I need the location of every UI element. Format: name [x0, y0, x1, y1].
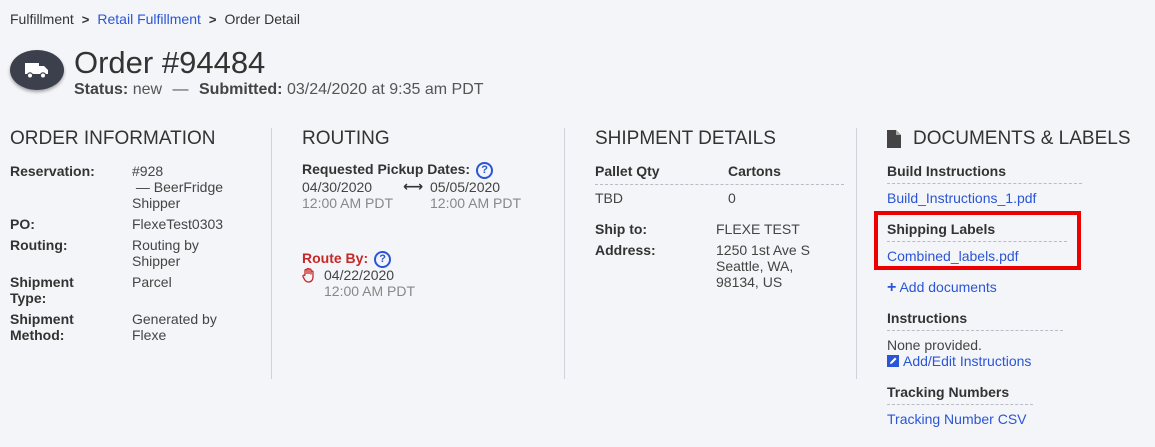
breadcrumb: Fulfillment > Retail Fulfillment > Order…: [10, 11, 300, 27]
shipping-labels-highlight: [874, 211, 1081, 270]
column-divider: [564, 128, 565, 379]
breadcrumb-order-detail: Order Detail: [224, 11, 300, 27]
pickup-end-time: 12:00 AM PDT: [430, 195, 522, 211]
documents-divider: [887, 330, 1063, 331]
section-heading: ORDER INFORMATION: [10, 128, 216, 149]
edit-instructions-label: Add/Edit Instructions: [903, 353, 1032, 369]
instructions-heading: Instructions: [887, 310, 968, 326]
pallet-qty-value: TBD: [595, 190, 623, 206]
cartons-header: Cartons: [728, 163, 781, 179]
hand-stop-icon: [302, 267, 316, 286]
pickup-dates-label: Requested Pickup Dates:: [302, 161, 471, 177]
column-divider: [856, 128, 857, 379]
page-title: Order #94484: [74, 45, 266, 80]
address-value: 1250 1st Ave S Seattle, WA, 98134, US: [716, 242, 810, 290]
help-icon[interactable]: ?: [374, 250, 392, 268]
shipment-details-table: Pallet Qty Cartons TBD 0 Ship to: FLEXE …: [595, 163, 845, 303]
order-information-fields: Reservation: #928 — BeerFridge Shipper P…: [10, 163, 260, 353]
pickup-dates-row: Requested Pickup Dates:?: [302, 161, 494, 179]
shipment-details-section: SHIPMENT DETAILS: [595, 128, 776, 150]
breadcrumb-separator: >: [208, 11, 217, 27]
route-by-row: Route By:?: [302, 250, 392, 268]
truck-icon: [10, 50, 64, 90]
breadcrumb-separator: >: [81, 11, 90, 27]
shipment-method-value: Generated by Flexe: [132, 311, 217, 343]
status-value: new: [132, 81, 163, 98]
reservation-value: #928 — BeerFridge Shipper: [132, 163, 224, 211]
add-documents-button[interactable]: + Add documents: [887, 279, 997, 296]
instructions-value: None provided.: [887, 337, 982, 353]
shipment-type-label: Shipment Type:: [10, 274, 74, 306]
reservation-label: Reservation:: [10, 163, 95, 179]
pickup-start-date: 04/30/2020: [302, 179, 373, 195]
order-information-section: ORDER INFORMATION: [10, 128, 215, 150]
date-range-arrow-icon: ⟷: [403, 178, 424, 194]
pallet-qty-header: Pallet Qty: [595, 163, 660, 179]
routing-section: ROUTING: [302, 128, 390, 150]
document-icon: [887, 130, 901, 148]
table-divider: [595, 184, 844, 185]
order-status-line: Status: new — Submitted: 03/24/2020 at 9…: [74, 81, 484, 99]
pickup-start-time: 12:00 AM PDT: [302, 195, 394, 211]
help-icon[interactable]: ?: [476, 161, 494, 179]
routing-value: Routing by Shipper: [132, 237, 199, 269]
breadcrumb-fulfillment[interactable]: Fulfillment: [10, 11, 74, 27]
routing-details: Requested Pickup Dates:? 04/30/2020 12:0…: [302, 161, 552, 311]
add-documents-label: Add documents: [899, 279, 997, 295]
build-instructions-heading: Build Instructions: [887, 163, 1006, 179]
shipment-type-value: Parcel: [132, 274, 172, 290]
submitted-label: Submitted:: [198, 81, 283, 98]
section-heading: SHIPMENT DETAILS: [595, 128, 776, 149]
build-instructions-link[interactable]: Build_Instructions_1.pdf: [887, 190, 1036, 206]
column-divider: [271, 128, 272, 379]
address-label: Address:: [595, 242, 656, 258]
cartons-value: 0: [728, 190, 736, 206]
section-heading: ROUTING: [302, 128, 390, 149]
status-dash: —: [172, 81, 189, 98]
tracking-numbers-heading: Tracking Numbers: [887, 384, 1010, 400]
documents-divider: [887, 183, 1082, 184]
status-label: Status:: [74, 81, 129, 98]
ship-to-label: Ship to:: [595, 221, 648, 237]
edit-instructions-button[interactable]: Add/Edit Instructions: [887, 353, 1031, 369]
route-by-date: 04/22/2020: [324, 267, 395, 283]
edit-icon: [887, 355, 899, 367]
shipment-method-label: Shipment Method:: [10, 311, 74, 343]
po-label: PO:: [10, 216, 35, 232]
section-heading: DOCUMENTS & LABELS: [913, 128, 1131, 149]
pickup-end-date: 05/05/2020: [430, 179, 501, 195]
ship-to-value: FLEXE TEST: [716, 221, 800, 237]
documents-divider: [887, 404, 1033, 405]
documents-list: Build Instructions Build_Instructions_1.…: [887, 163, 1127, 438]
route-by-label: Route By:: [302, 250, 369, 266]
breadcrumb-retail-fulfillment[interactable]: Retail Fulfillment: [97, 11, 200, 27]
plus-icon: +: [887, 279, 897, 296]
route-by-time: 12:00 AM PDT: [324, 283, 416, 299]
submitted-value: 03/24/2020 at 9:35 am PDT: [286, 81, 484, 98]
po-value: FlexeTest0303: [132, 216, 224, 232]
tracking-number-csv-link[interactable]: Tracking Number CSV: [887, 411, 1027, 427]
routing-label: Routing:: [10, 237, 68, 253]
documents-section: DOCUMENTS & LABELS: [887, 128, 1131, 150]
